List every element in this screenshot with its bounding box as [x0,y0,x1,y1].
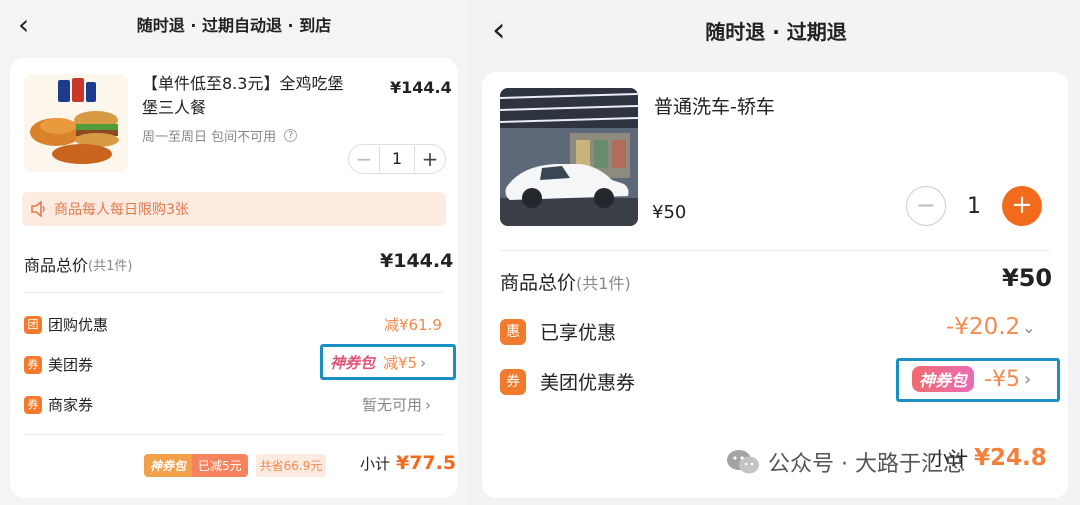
quantity-value[interactable]: 1 [946,194,1002,219]
order-card: 普通洗车-轿车 ¥50 − 1 + 商品总价 (共1件) ¥50 惠 已享优惠 … [482,72,1068,498]
meituan-coupon-selector[interactable]: 神券包 减¥5 › [330,352,426,373]
left-header: ‹ 随时退 · 过期自动退 · 到店 [0,0,468,50]
product-price: ¥50 [652,202,687,223]
enjoyed-discount-value: -¥20.2 [946,314,1021,340]
enjoyed-discount[interactable]: -¥20.2 ⌄ [946,314,1036,340]
limit-notice-text: 商品每人每日限购3张 [54,202,189,218]
merchant-coupon-value: 暂无可用 [362,396,423,414]
product-name-line1: 【单件低至8.3元】全鸡吃堡 [142,74,344,93]
merchant-coupon-status[interactable]: 暂无可用 › [362,394,431,415]
watermark-text: 公众号 · 大路于汇总 [768,452,965,477]
product-name-line2: 堡三人餐 [142,98,207,117]
quantity-stepper: − 1 + [348,144,446,174]
right-header: ‹ 随时退 · 过期退 [472,0,1080,50]
savings-summary: 神券包 已减5元 共省66.9元 [144,454,327,477]
discount-label: 团购优惠 [48,316,109,334]
divider [500,250,1050,251]
shenquan-tag: 神券包 [144,454,193,477]
meituan-coupon-selector[interactable]: 神券包 -¥5 › [912,366,1031,392]
total-saved: 共省66.9元 [255,454,327,477]
watermark: 公众号 · 大路于汇总 [726,446,965,478]
page-title: 随时退 · 过期自动退 · 到店 [136,16,332,35]
total-label-text: 商品总价 [500,272,577,294]
info-icon[interactable]: ? [284,129,298,142]
discount-row-meituan-coupon[interactable]: 券 美团券 [24,354,93,375]
coupon-badge-icon: 券 [500,368,526,395]
reduced-tag: 已减5元 [192,454,248,477]
group-badge-icon: 团 [24,315,42,334]
order-card: 【单件低至8.3元】全鸡吃堡 堡三人餐 ¥144.4 周一至周日 包间不可用 ?… [10,58,458,498]
usage-note: 周一至周日 包间不可用 [142,130,277,145]
subtotal-label: 小计 [360,454,391,473]
chevron-right-icon: › [420,353,427,372]
discount-label: 商家券 [48,396,94,414]
discount-row-enjoyed: 惠 已享优惠 [500,318,616,345]
shenquan-tag: 神券包 [912,366,975,392]
item-count: (共1件) [576,273,631,293]
chevron-down-icon: ⌄ [1022,317,1036,337]
product-image [24,74,128,172]
divider [24,292,444,293]
total-label-text: 商品总价 [24,256,89,275]
plus-icon[interactable]: + [1002,186,1042,226]
product-subtitle: 周一至周日 包间不可用 ? [142,126,298,145]
subtotal: 小计 ¥77.5 [360,452,456,474]
page-title: 随时退 · 过期退 [705,20,847,44]
discount-label: 美团券 [48,356,94,374]
chevron-right-icon: › [425,395,432,414]
coupon-value: -¥5 [984,366,1020,392]
shenquan-tag: 神券包 [330,354,376,372]
discount-row-groupbuy: 团 团购优惠 [24,314,108,335]
total-label: 商品总价 (共1件) [500,268,631,295]
total-price: ¥50 [1002,264,1053,292]
groupbuy-discount-value: 减¥61.9 [384,316,442,334]
subtotal-value: ¥24.8 [974,444,1047,471]
minus-icon[interactable]: − [906,186,946,226]
discount-label: 美团优惠券 [540,372,636,394]
discount-label: 已享优惠 [540,322,617,344]
discount-badge-icon: 惠 [500,318,526,345]
coupon-badge-icon: 券 [24,395,42,414]
divider [24,434,444,435]
product-image [500,88,638,226]
coupon-value: 减¥5 [383,354,418,372]
product-price: ¥144.4 [390,78,452,97]
product-name: 普通洗车-轿车 [654,96,775,118]
plus-icon[interactable]: + [415,147,445,171]
discount-row-merchant-coupon[interactable]: 券 商家券 [24,394,93,415]
item-count: (共1件) [88,258,133,274]
coupon-badge-icon: 券 [24,355,42,374]
discount-row-meituan-coupon[interactable]: 券 美团优惠券 [500,368,635,395]
subtotal-value: ¥77.5 [396,452,457,474]
quantity-value[interactable]: 1 [379,146,415,172]
right-checkout-panel: ‹ 随时退 · 过期退 普通洗车-轿车 ¥50 − 1 + 商品总价 (共1件)… [472,0,1080,505]
total-price: ¥144.4 [380,250,454,272]
chevron-right-icon: › [1023,368,1032,390]
speaker-icon [31,201,45,217]
purchase-limit-notice: 商品每人每日限购3张 [22,192,446,226]
total-label: 商品总价 (共1件) [24,252,132,276]
quantity-stepper: − 1 + [906,186,1042,226]
product-name: 【单件低至8.3元】全鸡吃堡 堡三人餐 [142,72,352,120]
left-checkout-panel: ‹ 随时退 · 过期自动退 · 到店 【单件低至8.3元】全鸡吃堡 堡三人餐 ¥… [0,0,468,505]
wechat-icon [727,450,759,474]
minus-icon[interactable]: − [349,147,379,171]
